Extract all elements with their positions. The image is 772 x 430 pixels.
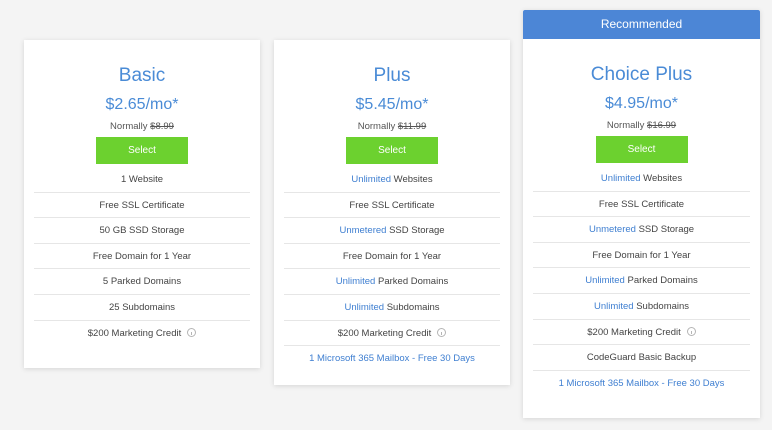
feature-item: Unlimited Websites: [284, 167, 500, 193]
select-basic-button[interactable]: Select: [96, 137, 188, 164]
feature-text: Subdomains: [384, 301, 440, 313]
normally-label: Normally: [110, 121, 148, 132]
normally-label: Normally: [606, 120, 645, 131]
feature-list: Unlimited Websites Free SSL Certificate …: [284, 167, 500, 372]
feature-item: Free SSL Certificate: [284, 193, 500, 219]
feature-item: 50 GB SSD Storage: [34, 218, 250, 244]
feature-item: Free Domain for 1 Year: [533, 243, 750, 269]
recommended-banner: Recommended: [523, 10, 760, 39]
feature-text: SSD Storage: [635, 224, 695, 236]
info-icon[interactable]: [187, 327, 197, 337]
feature-item: Unmetered SSD Storage: [284, 218, 500, 244]
feature-text: 5 Parked Domains: [102, 276, 182, 288]
feature-item: $200 Marketing Credit: [34, 321, 250, 347]
feature-item: Free SSL Certificate: [34, 193, 250, 219]
select-choice-plus-button[interactable]: Select: [595, 136, 688, 163]
feature-highlight: Unlimited: [335, 276, 376, 288]
plan-normal-price: Normally $8.99: [24, 120, 260, 134]
feature-item: 1 Website: [34, 167, 250, 193]
feature-item: Free Domain for 1 Year: [284, 244, 500, 270]
feature-text: Free SSL Certificate: [598, 198, 685, 210]
feature-highlight: Unlimited: [344, 301, 385, 313]
plan-price: $2.65/mo*: [105, 96, 179, 113]
feature-highlight: Unlimited: [351, 174, 392, 185]
feature-highlight: Unlimited: [600, 173, 641, 184]
plan-card-plus: Plus $5.45/mo* Normally $11.99 Select Un…: [274, 40, 510, 385]
feature-text: Free Domain for 1 Year: [92, 250, 192, 262]
feature-highlight: Unmetered: [588, 224, 636, 236]
feature-text: $200 Marketing Credit: [337, 327, 432, 339]
feature-text: 50 GB SSD Storage: [99, 225, 185, 237]
feature-item: CodeGuard Basic Backup: [533, 345, 750, 371]
feature-text: Websites: [391, 174, 433, 185]
feature-item: Unlimited Subdomains: [533, 294, 750, 320]
plan-card-choice-plus: Recommended Choice Plus $4.95/mo* Normal…: [523, 10, 760, 418]
plan-normal-price: Normally $11.99: [274, 120, 510, 134]
info-icon[interactable]: [437, 327, 447, 337]
feature-item: Free Domain for 1 Year: [34, 244, 250, 270]
feature-item: 25 Subdomains: [34, 295, 250, 321]
feature-highlight: Unlimited: [585, 275, 625, 287]
feature-item: Unlimited Parked Domains: [533, 268, 750, 294]
feature-item: $200 Marketing Credit: [533, 320, 750, 346]
feature-text: Websites: [640, 173, 683, 184]
feature-text: Parked Domains: [375, 276, 449, 288]
feature-item: Unlimited Websites: [533, 166, 750, 192]
feature-text: $200 Marketing Credit: [587, 326, 681, 338]
feature-highlight: Unmetered: [339, 225, 387, 237]
microsoft-365-link[interactable]: 1 Microsoft 365 Mailbox - Free 30 Days: [284, 346, 500, 372]
feature-text: Free Domain for 1 Year: [342, 250, 442, 262]
feature-list: Unlimited Websites Free SSL Certificate …: [533, 166, 750, 396]
plan-title: Basic: [118, 65, 166, 86]
feature-text: Subdomains: [633, 300, 690, 312]
feature-item: Free SSL Certificate: [533, 192, 750, 218]
feature-text: Free Domain for 1 Year: [592, 249, 691, 261]
plan-normal-price: Normally $16.99: [523, 119, 760, 133]
feature-item: Unlimited Parked Domains: [284, 269, 500, 295]
feature-text: 1 Website: [120, 174, 164, 185]
original-price: $16.99: [647, 120, 677, 131]
plan-title: Choice Plus: [590, 64, 693, 85]
feature-item: $200 Marketing Credit: [284, 321, 500, 347]
original-price: $11.99: [397, 121, 427, 132]
info-icon[interactable]: [686, 326, 696, 336]
feature-item: 5 Parked Domains: [34, 269, 250, 295]
original-price: $8.99: [150, 121, 174, 132]
microsoft-365-link[interactable]: 1 Microsoft 365 Mailbox - Free 30 Days: [533, 371, 750, 397]
plan-price: $5.45/mo*: [355, 96, 429, 113]
select-plus-button[interactable]: Select: [346, 137, 438, 164]
plan-price: $4.95/mo*: [605, 95, 678, 112]
normally-label: Normally: [357, 121, 396, 132]
feature-text: Free SSL Certificate: [99, 199, 185, 211]
feature-highlight: Unlimited: [593, 300, 634, 312]
feature-text: $200 Marketing Credit: [87, 327, 182, 339]
plan-card-basic: Basic $2.65/mo* Normally $8.99 Select 1 …: [24, 40, 260, 368]
feature-list: 1 Website Free SSL Certificate 50 GB SSD…: [34, 167, 250, 346]
feature-item: Unmetered SSD Storage: [533, 217, 750, 243]
feature-item: Unlimited Subdomains: [284, 295, 500, 321]
feature-text: SSD Storage: [386, 225, 445, 237]
feature-text: 25 Subdomains: [108, 301, 176, 313]
feature-text: Parked Domains: [624, 275, 698, 287]
feature-text: Free SSL Certificate: [349, 199, 435, 211]
feature-text: CodeGuard Basic Backup: [586, 352, 697, 364]
plan-title: Plus: [373, 65, 411, 86]
